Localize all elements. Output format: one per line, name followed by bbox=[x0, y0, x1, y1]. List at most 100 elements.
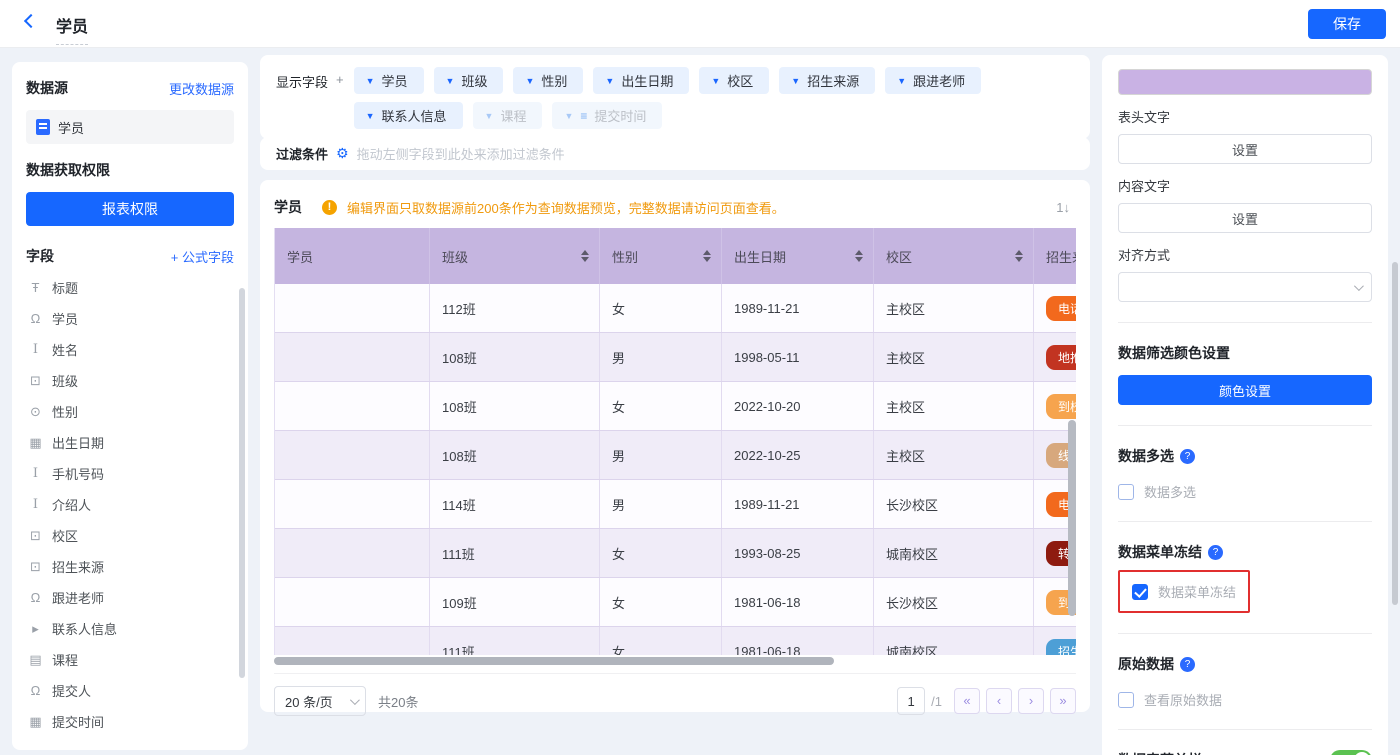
align-select[interactable] bbox=[1118, 272, 1372, 302]
field-item[interactable]: ▦ 提交时间 bbox=[26, 706, 234, 737]
menu-freeze-checkbox[interactable] bbox=[1132, 584, 1148, 600]
display-field-tag[interactable]: ▼ ≡ 班级 bbox=[434, 67, 504, 94]
report-permission-button[interactable]: 报表权限 bbox=[26, 192, 234, 226]
field-item[interactable]: Ŧ 标题 bbox=[26, 272, 234, 303]
display-field-tag[interactable]: ▼ ≡ 课程 bbox=[473, 102, 543, 129]
table-row[interactable]: 108班 女 2022-10-20 主校区 到校 bbox=[275, 382, 1076, 431]
display-field-tag[interactable]: ▼ ≡ 校区 bbox=[699, 67, 769, 94]
field-type-icon: I bbox=[28, 497, 43, 512]
display-field-tag[interactable]: ▼ ≡ 联系人信息 bbox=[354, 102, 463, 129]
field-item[interactable]: ▤ 课程 bbox=[26, 644, 234, 675]
table-header-cell[interactable]: 出生日期 bbox=[722, 228, 874, 284]
table-header-cell[interactable]: 校区 bbox=[874, 228, 1034, 284]
add-formula-field-link[interactable]: + 公式字段 bbox=[171, 247, 234, 266]
datasource-item-label: 学员 bbox=[58, 118, 84, 137]
display-field-tag[interactable]: ▼ ≡ 提交时间 bbox=[552, 102, 662, 129]
column-sort-icon[interactable] bbox=[1015, 250, 1023, 262]
caret-down-icon: ▼ bbox=[366, 76, 375, 86]
caret-down-icon: ▼ bbox=[564, 111, 573, 121]
horizontal-scrollbar-thumb[interactable] bbox=[274, 657, 834, 665]
table-row[interactable]: 114班 男 1989-11-21 长沙校区 电话 bbox=[275, 480, 1076, 529]
content-text-settings-button[interactable]: 设置 bbox=[1118, 203, 1372, 233]
last-page-button[interactable]: » bbox=[1050, 688, 1076, 714]
field-item[interactable]: ⊡ 班级 bbox=[26, 365, 234, 396]
table-row[interactable]: 112班 女 1989-11-21 主校区 电话 bbox=[275, 284, 1076, 333]
column-sort-icon[interactable] bbox=[855, 250, 863, 262]
field-item[interactable]: ▦ 出生日期 bbox=[26, 427, 234, 458]
datasource-item[interactable]: 学员 bbox=[26, 110, 234, 144]
menu-freeze-checkbox-label: 数据菜单冻结 bbox=[1158, 582, 1236, 601]
field-item[interactable]: I 姓名 bbox=[26, 334, 234, 365]
display-fields-label: 显示字段 bbox=[276, 67, 328, 91]
multi-select-checkbox[interactable] bbox=[1118, 484, 1134, 500]
field-item[interactable]: ⊡ 校区 bbox=[26, 520, 234, 551]
display-field-tag[interactable]: ▼ ≡ 学员 bbox=[354, 67, 424, 94]
caret-down-icon: ▼ bbox=[605, 76, 614, 86]
color-settings-button[interactable]: 颜色设置 bbox=[1118, 375, 1372, 405]
display-field-tag[interactable]: ▼ ≡ 跟进老师 bbox=[885, 67, 981, 94]
cell-campus: 主校区 bbox=[874, 382, 1034, 430]
field-item-label: 招生来源 bbox=[52, 557, 104, 576]
change-datasource-link[interactable]: 更改数据源 bbox=[169, 79, 234, 98]
back-icon[interactable] bbox=[24, 14, 38, 28]
table-row[interactable]: 109班 女 1981-06-18 长沙校区 到校 bbox=[275, 578, 1076, 627]
page-size-select[interactable]: 20 条/页 bbox=[274, 686, 366, 716]
field-item-label: 性别 bbox=[52, 402, 78, 421]
menu-bar-toggle[interactable]: 开 bbox=[1330, 750, 1372, 755]
display-field-tag[interactable]: ▼ ≡ 招生来源 bbox=[779, 67, 875, 94]
cell-birthdate: 1993-08-25 bbox=[722, 529, 874, 577]
table-row[interactable]: 111班 女 1981-06-18 城南校区 招生 bbox=[275, 627, 1076, 655]
fields-scrollbar[interactable] bbox=[239, 288, 245, 678]
table-row[interactable]: 108班 男 1998-05-11 主校区 地推 bbox=[275, 333, 1076, 382]
field-type-icon: ⊡ bbox=[28, 559, 43, 575]
total-count: 共20条 bbox=[378, 692, 418, 711]
field-type-icon: Ω bbox=[28, 590, 43, 605]
display-field-tag[interactable]: ▼ ≡ 出生日期 bbox=[593, 67, 689, 94]
column-label: 招生来源 bbox=[1046, 247, 1076, 266]
page-scrollbar[interactable] bbox=[1392, 262, 1398, 605]
column-sort-icon[interactable] bbox=[581, 250, 589, 262]
table-header-cell[interactable]: 学员 bbox=[275, 228, 430, 284]
cell-campus: 长沙校区 bbox=[874, 480, 1034, 528]
display-field-tag-label: 班级 bbox=[461, 71, 487, 90]
header-text-settings-button[interactable]: 设置 bbox=[1118, 134, 1372, 164]
save-button[interactable]: 保存 bbox=[1308, 9, 1386, 39]
field-item[interactable]: ▸ 联系人信息 bbox=[26, 613, 234, 644]
cell-birthdate: 2022-10-20 bbox=[722, 382, 874, 430]
field-item[interactable]: Ω 提交人 bbox=[26, 675, 234, 706]
help-icon[interactable]: ? bbox=[1180, 657, 1195, 672]
first-page-button[interactable]: « bbox=[954, 688, 980, 714]
field-item[interactable]: Ω 跟进老师 bbox=[26, 582, 234, 613]
page-number-input[interactable]: 1 bbox=[897, 687, 925, 715]
table-vertical-scrollbar[interactable] bbox=[1068, 420, 1076, 616]
gear-icon[interactable]: ⚙ bbox=[336, 145, 349, 162]
help-icon[interactable]: ? bbox=[1208, 545, 1223, 560]
field-item[interactable]: I 介绍人 bbox=[26, 489, 234, 520]
table-header-cell[interactable]: 性别 bbox=[600, 228, 722, 284]
field-item[interactable]: ⊙ 性别 bbox=[26, 396, 234, 427]
raw-data-checkbox-label: 查看原始数据 bbox=[1144, 690, 1222, 709]
align-label: 对齐方式 bbox=[1118, 245, 1372, 264]
display-field-tag[interactable]: ▼ ≡ 性别 bbox=[513, 67, 583, 94]
numeric-sort-icon[interactable]: 1↓ bbox=[1050, 198, 1076, 217]
display-field-tag-label: 跟进老师 bbox=[913, 71, 965, 90]
table-header-cell[interactable]: 招生来源 bbox=[1034, 228, 1076, 284]
field-item[interactable]: Ω 学员 bbox=[26, 303, 234, 334]
table-header-cell[interactable]: 班级 bbox=[430, 228, 600, 284]
column-sort-icon[interactable] bbox=[703, 250, 711, 262]
cell-student bbox=[275, 627, 430, 655]
filter-panel: 过滤条件 ⚙ 拖动左侧字段到此处来添加过滤条件 bbox=[260, 137, 1090, 170]
raw-data-checkbox[interactable] bbox=[1118, 692, 1134, 708]
help-icon[interactable]: ? bbox=[1180, 449, 1195, 464]
table-row[interactable]: 108班 男 2022-10-25 主校区 线上 bbox=[275, 431, 1076, 480]
field-item[interactable]: I 手机号码 bbox=[26, 458, 234, 489]
prev-page-button[interactable]: ‹ bbox=[986, 688, 1012, 714]
next-page-button[interactable]: › bbox=[1018, 688, 1044, 714]
multi-select-title: 数据多选 bbox=[1118, 446, 1174, 466]
field-item[interactable]: ⊡ 招生来源 bbox=[26, 551, 234, 582]
preview-warning-text: 编辑界面只取数据源前200条作为查询数据预览，完整数据请访问页面查看。 bbox=[347, 198, 785, 217]
add-display-field-button[interactable]: + bbox=[336, 72, 344, 87]
table-row[interactable]: 111班 女 1993-08-25 城南校区 转介 bbox=[275, 529, 1076, 578]
cell-student bbox=[275, 529, 430, 577]
header-color-swatch[interactable] bbox=[1118, 69, 1372, 95]
